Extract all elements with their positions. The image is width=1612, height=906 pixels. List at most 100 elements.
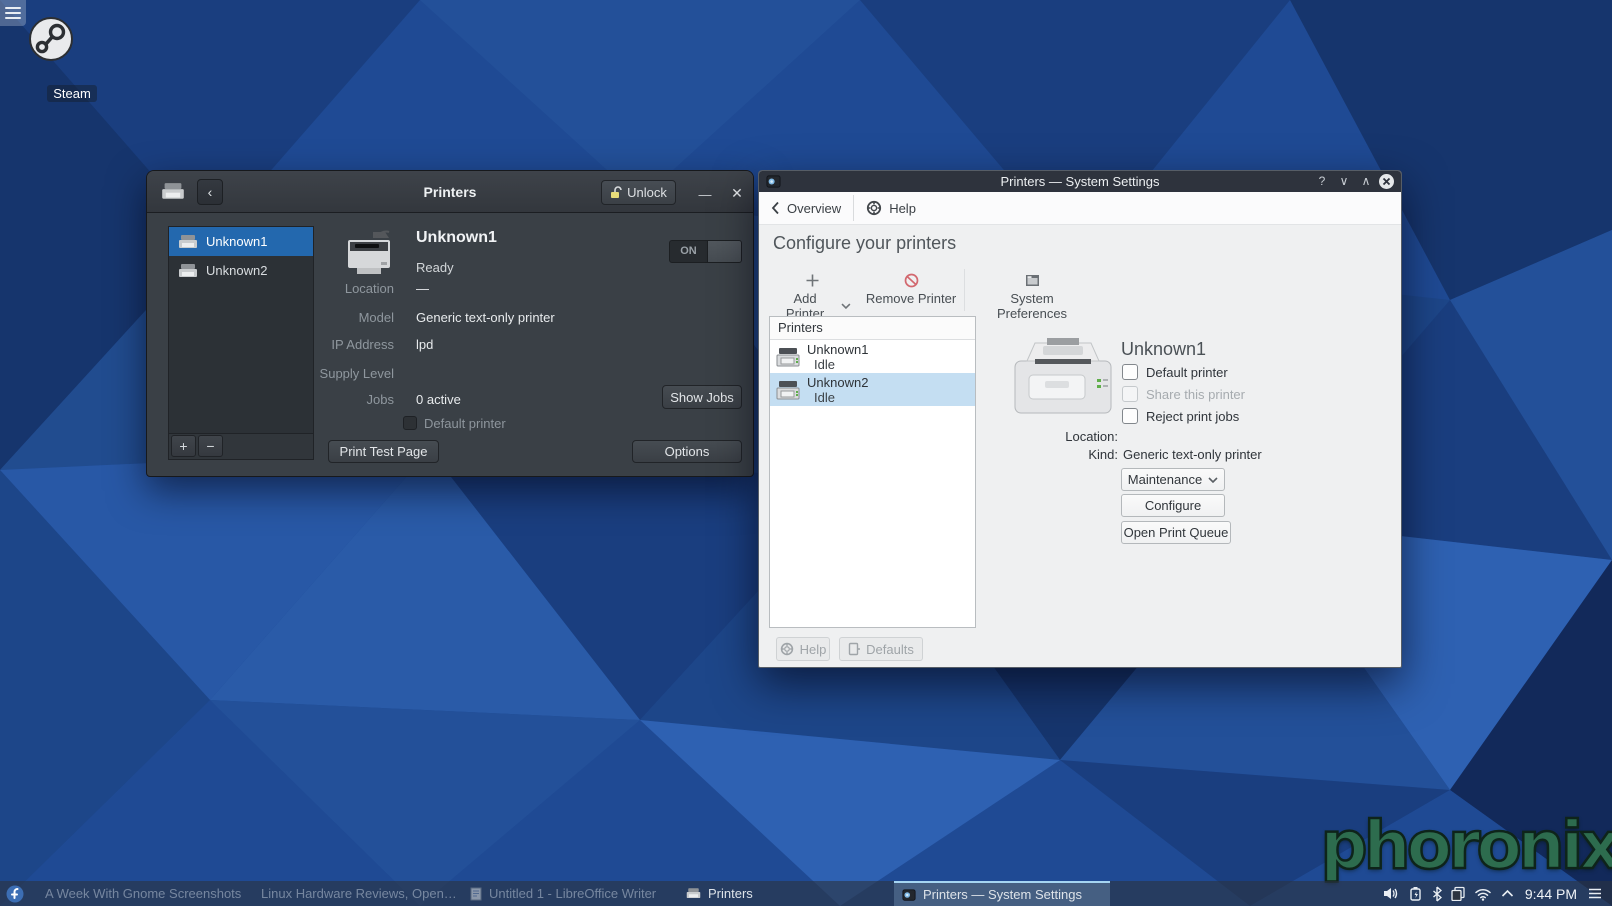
task-item[interactable]: Linux Hardware Reviews, Open… <box>246 881 462 906</box>
kde-titlebar: Printers — System Settings ? ∨ ∧ <box>759 171 1401 192</box>
printer-image <box>1014 338 1112 414</box>
options-button[interactable]: Options <box>632 440 742 463</box>
printers-panel: Printers Unknown1 Idle Unknown2 Idle <box>769 316 976 628</box>
printer-list: Unknown1 Unknown2 + − <box>168 226 314 460</box>
task-item-active[interactable]: Printers — System Settings <box>894 881 1110 906</box>
printer-name: Unknown2 <box>807 374 869 390</box>
task-item-label: Printers — System Settings <box>923 887 1082 902</box>
show-jobs-button[interactable]: Show Jobs <box>662 385 742 409</box>
task-item-label: Untitled 1 - LibreOffice Writer <box>489 886 657 901</box>
volume-icon[interactable] <box>1383 886 1400 901</box>
printer-icon <box>686 888 701 898</box>
options-label: Options <box>664 444 710 459</box>
printer-row[interactable]: Unknown1 Idle <box>770 340 975 373</box>
defaults-label: Defaults <box>866 641 914 657</box>
printer-row-selected[interactable]: Unknown2 Idle <box>770 373 975 406</box>
help-icon <box>780 642 793 656</box>
kde-toolbar: Overview Help <box>759 192 1401 225</box>
overview-button[interactable]: Overview <box>759 192 853 224</box>
close-icon[interactable]: ✕ <box>725 181 749 205</box>
chevron-down-icon <box>1208 476 1219 483</box>
system-preferences-label: System Preferences <box>996 291 1068 321</box>
panel-menu-icon[interactable] <box>1588 888 1602 899</box>
task-item[interactable]: Untitled 1 - LibreOffice Writer <box>462 881 678 906</box>
gnome-headerbar: ‹ Printers Unlock — ✕ <box>147 171 753 213</box>
show-jobs-label: Show Jobs <box>670 389 734 405</box>
configure-button[interactable]: Configure <box>1121 494 1225 517</box>
application-launcher-button[interactable] <box>0 881 30 906</box>
minimize-button[interactable]: ∨ <box>1335 172 1353 190</box>
maintenance-label: Maintenance <box>1127 472 1203 487</box>
desktop-menu-button[interactable] <box>0 0 26 26</box>
field-label: Location <box>344 281 394 296</box>
print-test-page-button[interactable]: Print Test Page <box>328 440 439 463</box>
share-printer-label: Share this printer <box>1146 387 1245 402</box>
list-toolbar: + − <box>169 433 313 459</box>
steam-icon <box>29 17 73 61</box>
steam-label: Steam <box>47 85 97 102</box>
field-label: IP Address <box>331 337 394 352</box>
printer-status: Idle <box>814 389 835 405</box>
add-printer-button[interactable]: + <box>171 435 196 457</box>
task-item-label: Printers <box>708 886 753 901</box>
task-item-label: A Week With Gnome Screenshots <box>45 886 242 901</box>
clock[interactable]: 9:44 PM <box>1525 886 1577 902</box>
help-icon <box>867 200 882 216</box>
printer-icon <box>179 263 197 277</box>
gnome-printers-window: ‹ Printers Unlock — ✕ Unknown1 Unknown2 … <box>146 170 754 477</box>
system-preferences-button[interactable]: System Preferences <box>977 271 1087 321</box>
printer-name: Unknown2 <box>206 263 268 278</box>
bluetooth-icon[interactable] <box>1432 885 1442 902</box>
field-label: Jobs <box>366 392 394 407</box>
page-title: Configure your printers <box>773 233 957 253</box>
steam-desktop-shortcut[interactable]: Steam <box>28 16 116 103</box>
task-item-label: Linux Hardware Reviews, Open… <box>261 886 457 901</box>
share-printer-checkbox <box>1122 386 1138 402</box>
printer-name: Unknown1 <box>807 341 869 357</box>
phoronix-watermark: phoronix <box>1319 806 1612 886</box>
printer-image <box>348 230 390 274</box>
field-label: Supply Level <box>319 366 394 381</box>
remove-printer-label: Remove Printer <box>865 291 957 306</box>
defaults-button[interactable]: Defaults <box>839 637 923 661</box>
clipboard-icon[interactable] <box>1451 886 1465 901</box>
help-button[interactable]: Help <box>854 192 928 224</box>
remove-printer-button[interactable]: − <box>198 435 223 457</box>
unlock-button[interactable]: Unlock <box>601 180 676 205</box>
minimize-button[interactable]: — <box>693 181 717 205</box>
wifi-icon[interactable] <box>1474 887 1492 901</box>
print-test-page-label: Print Test Page <box>339 444 428 459</box>
task-item[interactable]: Printers <box>678 881 894 906</box>
plus-icon <box>806 274 818 286</box>
system-tray: 9:44 PM <box>1383 886 1612 902</box>
list-item[interactable]: Unknown1 <box>169 227 313 256</box>
system-settings-icon <box>902 888 916 901</box>
kde-window-title: Printers — System Settings <box>1000 174 1160 189</box>
toggle-on-label: ON <box>680 245 697 257</box>
field-value: — <box>416 281 429 296</box>
maximize-button[interactable]: ∧ <box>1357 172 1375 190</box>
reject-jobs-checkbox[interactable] <box>1122 408 1138 424</box>
action-separator <box>964 269 965 311</box>
open-print-queue-button[interactable]: Open Print Queue <box>1121 521 1231 544</box>
add-printer-button[interactable]: Add Printer <box>773 271 851 321</box>
close-button[interactable] <box>1379 174 1394 189</box>
printer-icon <box>179 234 197 248</box>
maintenance-dropdown[interactable]: Maintenance <box>1121 468 1225 491</box>
help-label: Help <box>889 200 916 216</box>
help-button[interactable]: ? <box>1313 172 1331 190</box>
default-printer-checkbox[interactable] <box>1122 364 1138 380</box>
task-item[interactable]: A Week With Gnome Screenshots <box>30 881 246 906</box>
battery-icon[interactable] <box>1409 886 1423 901</box>
remove-printer-button[interactable]: Remove Printer <box>863 271 959 309</box>
default-printer-checkbox[interactable] <box>403 416 417 430</box>
kde-system-settings-window: Printers — System Settings ? ∨ ∧ Overvie… <box>758 170 1402 668</box>
printer-status: Idle <box>814 356 835 372</box>
list-item[interactable]: Unknown2 <box>169 256 313 285</box>
unlock-label: Unlock <box>627 185 667 200</box>
kind-value: Generic text-only printer <box>1123 447 1262 462</box>
footer-help-button[interactable]: Help <box>776 637 830 661</box>
expand-tray-icon[interactable] <box>1501 889 1514 898</box>
system-preferences-icon <box>1025 274 1039 286</box>
printer-power-toggle[interactable]: ON <box>669 240 742 263</box>
